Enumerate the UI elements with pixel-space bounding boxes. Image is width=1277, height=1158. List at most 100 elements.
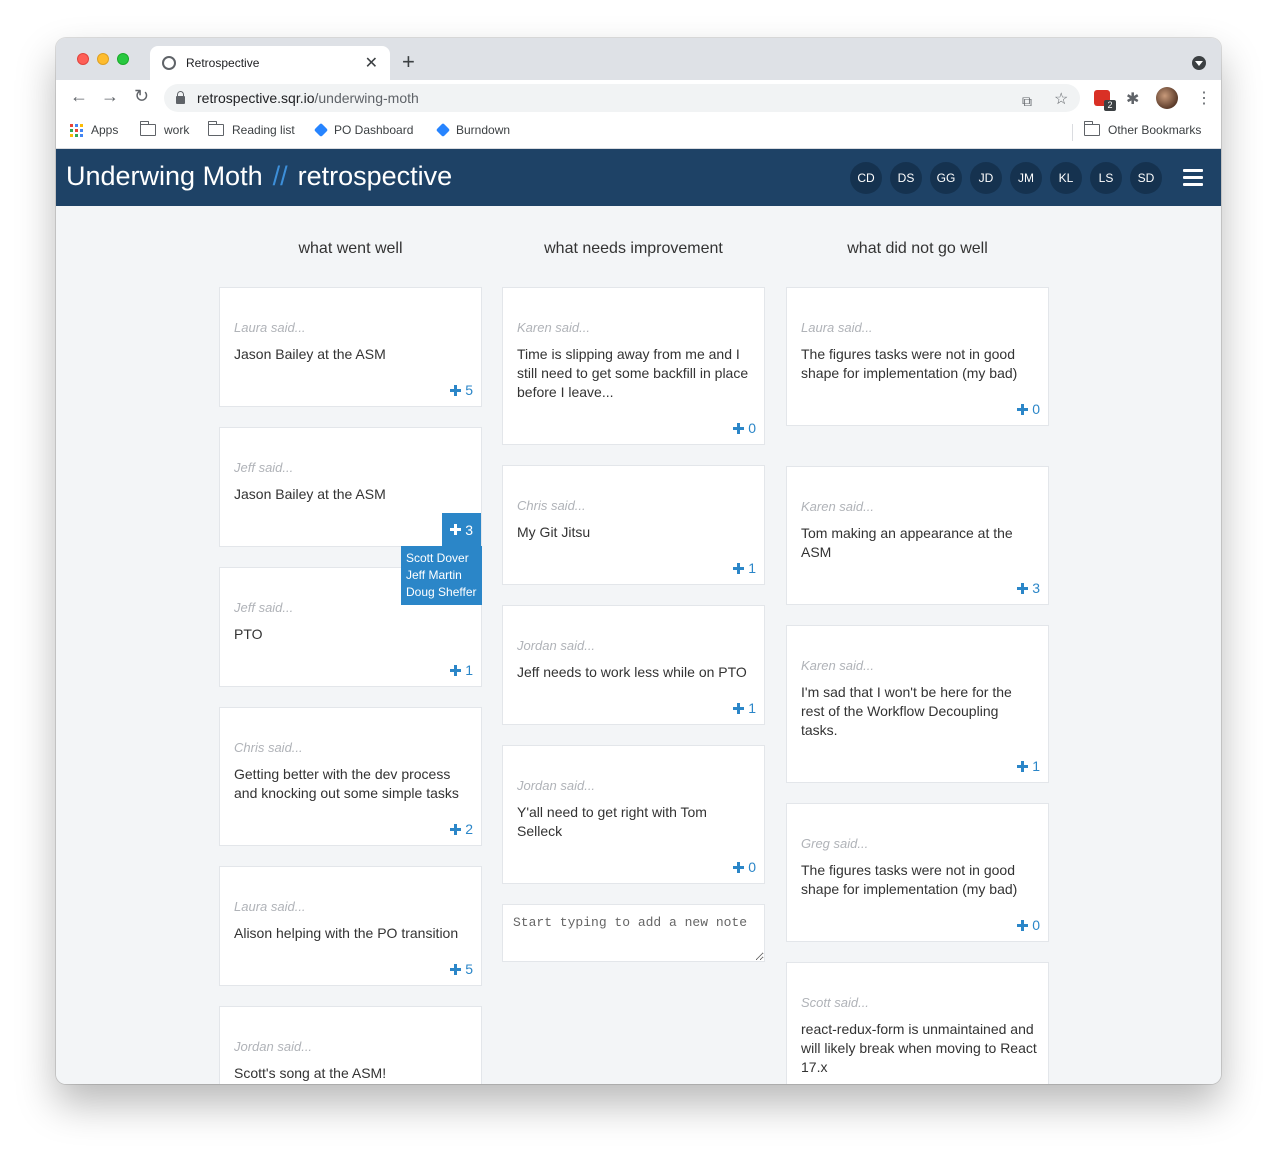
column-title: what did not go well [847, 240, 988, 257]
note-card[interactable]: Jordan said... Y'all need to get right w… [502, 745, 765, 884]
title-separator: // [272, 161, 288, 191]
note-card[interactable]: Laura said... Alison helping with the PO… [219, 866, 482, 986]
note-card[interactable]: Karen said... Time is slipping away from… [502, 287, 765, 445]
voters-tooltip: Scott Dover Jeff Martin Doug Sheffer [401, 546, 482, 605]
note-card[interactable]: Jordan said... Scott's song at the ASM! [219, 1006, 482, 1084]
note-card[interactable]: Laura said... Jason Bailey at the ASM 5 [219, 287, 482, 407]
url-host: retrospective.sqr.io [197, 90, 315, 106]
note-text: The figures tasks were not in good shape… [801, 346, 1018, 381]
star-icon[interactable]: ☆ [1054, 89, 1068, 109]
column-title: what needs improvement [544, 240, 723, 257]
vote-button[interactable]: 2 [450, 821, 473, 837]
participant-avatar[interactable]: JD [970, 162, 1002, 194]
tab-title: Retrospective [186, 56, 260, 70]
vote-button[interactable]: 1 [450, 662, 473, 678]
globe-icon [162, 56, 176, 70]
close-window-button[interactable] [77, 53, 89, 65]
plus-icon [450, 823, 462, 835]
new-tab-button[interactable]: + [402, 49, 415, 75]
note-card[interactable]: Greg said... The figures tasks were not … [786, 803, 1049, 942]
participant-avatar[interactable]: SD [1130, 162, 1162, 194]
note-card[interactable]: Chris said... My Git Jitsu 1 [502, 465, 765, 585]
note-card[interactable]: Chris said... Getting better with the de… [219, 707, 482, 846]
profile-avatar[interactable] [1156, 87, 1178, 109]
bookmark-apps[interactable]: Apps [70, 123, 118, 137]
vote-button[interactable]: 0 [1017, 917, 1040, 933]
vote-button[interactable]: 1 [733, 560, 756, 576]
plus-icon [733, 422, 745, 434]
note-author: Greg said... [801, 836, 869, 851]
note-author: Chris said... [234, 740, 303, 755]
note-card[interactable]: Jordan said... Jeff needs to work less w… [502, 605, 765, 725]
retro-board: what went well Laura said... Jason Baile… [56, 206, 1221, 1084]
vote-button[interactable]: 0 [1017, 401, 1040, 417]
note-card[interactable]: Karen said... Tom making an appearance a… [786, 466, 1049, 605]
note-text: Jeff needs to work less while on PTO [517, 664, 747, 680]
plus-icon [733, 861, 745, 873]
reload-icon[interactable]: ↻ [134, 86, 149, 107]
note-text: Alison helping with the PO transition [234, 925, 459, 941]
vote-count: 5 [465, 961, 473, 977]
plus-icon [450, 384, 462, 396]
participant-avatar[interactable]: KL [1050, 162, 1082, 194]
vote-count: 1 [465, 662, 473, 678]
participant-avatar[interactable]: GG [930, 162, 962, 194]
voter-name: Scott Dover [406, 551, 469, 565]
vote-button[interactable]: 0 [733, 420, 756, 436]
bookmark-work[interactable]: work [139, 121, 189, 137]
bookmark-label: PO Dashboard [334, 123, 414, 137]
bookmark-other[interactable]: Other Bookmarks [1083, 121, 1201, 137]
participant-avatar[interactable]: DS [890, 162, 922, 194]
close-tab-icon[interactable]: ✕ [365, 53, 378, 73]
translate-icon[interactable]: ⧉ [1022, 93, 1032, 110]
vote-button[interactable]: 1 [733, 700, 756, 716]
note-author: Laura said... [234, 320, 306, 335]
note-card[interactable]: Scott said... react-redux-form is unmain… [786, 962, 1049, 1084]
back-icon[interactable]: ← [70, 86, 88, 107]
forward-icon[interactable]: → [101, 86, 119, 107]
vote-count: 3 [1032, 580, 1040, 596]
vote-count: 1 [1032, 758, 1040, 774]
note-text: Y'all need to get right with Tom Selleck [517, 804, 707, 839]
tab-search-icon[interactable] [1192, 56, 1206, 70]
vote-button[interactable]: 5 [450, 382, 473, 398]
bookmark-reading-list[interactable]: Reading list [207, 121, 295, 137]
page-name: retrospective [297, 161, 453, 191]
browser-menu-icon[interactable]: ⋮ [1196, 88, 1212, 108]
browser-toolbar: ← → ↻ retrospective.sqr.io/underwing-mot… [56, 80, 1221, 116]
participant-avatar[interactable]: JM [1010, 162, 1042, 194]
note-card[interactable]: Jeff said... Jason Bailey at the ASM 3 [219, 427, 482, 547]
note-card[interactable]: Karen said... I'm sad that I won't be he… [786, 625, 1049, 783]
minimize-window-button[interactable] [97, 53, 109, 65]
note-card[interactable]: Laura said... The figures tasks were not… [786, 287, 1049, 426]
note-author: Scott said... [801, 995, 869, 1010]
zoom-window-button[interactable] [117, 53, 129, 65]
vote-count: 1 [748, 560, 756, 576]
vote-button[interactable]: 0 [733, 859, 756, 875]
participant-avatar[interactable]: LS [1090, 162, 1122, 194]
app-header: Underwing Moth // retrospective CD DS GG J… [56, 149, 1221, 206]
new-note-input[interactable] [502, 904, 765, 962]
vote-button[interactable]: 5 [450, 961, 473, 977]
extension-badge: 2 [1104, 100, 1116, 111]
vote-button[interactable]: 1 [1017, 758, 1040, 774]
hamburger-menu-icon[interactable] [1183, 169, 1203, 186]
bookmark-burndown[interactable]: Burndown [435, 122, 510, 138]
vote-count: 0 [748, 420, 756, 436]
participant-avatar[interactable]: CD [850, 162, 882, 194]
plus-icon [1017, 919, 1029, 931]
note-author: Jeff said... [234, 600, 294, 615]
bookmark-po-dashboard[interactable]: PO Dashboard [313, 122, 414, 138]
vote-count: 0 [748, 859, 756, 875]
note-text: My Git Jitsu [517, 524, 591, 540]
vote-button[interactable]: 3 [442, 513, 481, 546]
extensions-puzzle-icon[interactable]: ✱ [1126, 89, 1139, 109]
plus-icon [450, 963, 462, 975]
column-did-not-go-well: what did not go well Laura said... The f… [786, 206, 1049, 1084]
browser-tab[interactable]: Retrospective ✕ [150, 46, 390, 80]
note-text: I'm sad that I won't be here for the res… [801, 684, 1012, 738]
note-author: Karen said... [801, 658, 874, 673]
participant-list: CD DS GG JD JM KL LS SD [850, 162, 1170, 194]
vote-button[interactable]: 3 [1017, 580, 1040, 596]
address-bar[interactable]: retrospective.sqr.io/underwing-moth ⧉ ☆ [164, 84, 1080, 112]
